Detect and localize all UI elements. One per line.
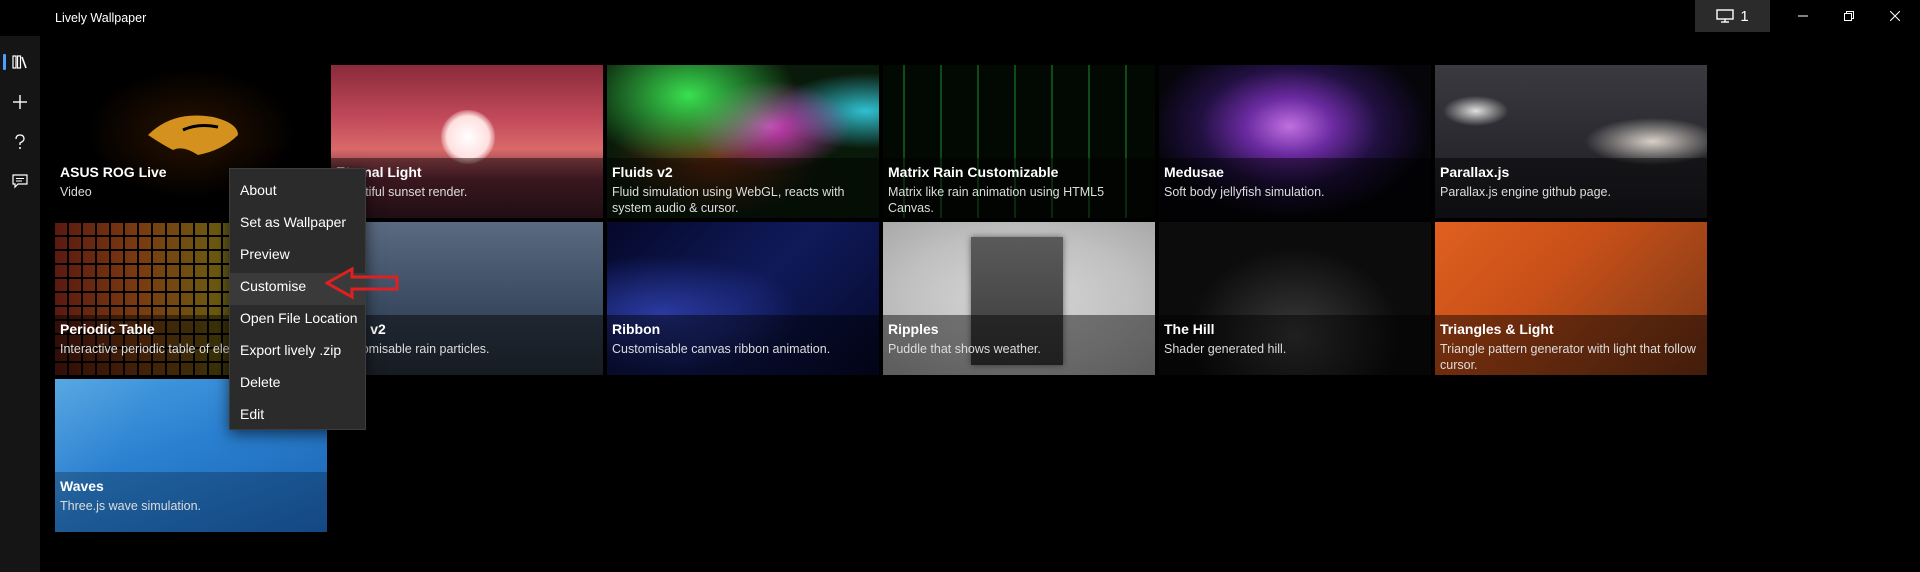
wallpaper-card-the-hill[interactable]: The Hill Shader generated hill. xyxy=(1159,222,1431,375)
minimize-icon xyxy=(1798,15,1808,17)
menu-item-set-as-wallpaper[interactable]: Set as Wallpaper xyxy=(230,209,365,241)
card-caption: Eternal Light Beautiful sunset render. xyxy=(331,158,603,218)
card-description: Triangle pattern generator with light th… xyxy=(1440,342,1696,372)
card-caption: Parallax.js Parallax.js engine github pa… xyxy=(1435,158,1707,218)
title-bar: Lively Wallpaper 1 xyxy=(0,0,1920,36)
minimize-button[interactable] xyxy=(1780,0,1826,32)
card-description: Customisable rain particles. xyxy=(336,342,490,356)
wallpaper-card-triangles-light[interactable]: Triangles & Light Triangle pattern gener… xyxy=(1435,222,1707,375)
card-title: Fluids v2 xyxy=(612,164,673,180)
card-description: Three.js wave simulation. xyxy=(60,499,202,513)
card-title: Medusae xyxy=(1164,164,1224,180)
monitor-count: 1 xyxy=(1740,7,1749,25)
card-title: The Hill xyxy=(1164,321,1215,337)
card-caption: Waves Three.js wave simulation. xyxy=(55,472,327,532)
card-description: Soft body jellyfish simulation. xyxy=(1164,185,1325,199)
feedback-icon xyxy=(12,173,28,188)
annotation-arrow-icon xyxy=(325,266,399,300)
card-description: Customisable canvas ribbon animation. xyxy=(612,342,831,356)
card-caption: The Hill Shader generated hill. xyxy=(1159,315,1431,375)
rog-logo-icon xyxy=(148,115,238,155)
wallpaper-card-ribbon[interactable]: Ribbon Customisable canvas ribbon animat… xyxy=(607,222,879,375)
card-caption: Triangles & Light Triangle pattern gener… xyxy=(1435,315,1707,375)
card-caption: Medusae Soft body jellyfish simulation. xyxy=(1159,158,1431,218)
wallpaper-card-eternal-light[interactable]: Eternal Light Beautiful sunset render. xyxy=(331,65,603,218)
menu-item-delete[interactable]: Delete xyxy=(230,369,365,401)
close-icon xyxy=(1890,11,1900,21)
card-description: Puddle that shows weather. xyxy=(888,342,1041,356)
card-caption: Fluids v2 Fluid simulation using WebGL, … xyxy=(607,158,879,218)
menu-item-edit[interactable]: Edit xyxy=(230,401,365,433)
card-title: Ribbon xyxy=(612,321,661,337)
card-description: Matrix like rain animation using HTML5 C… xyxy=(888,185,1105,215)
restore-button[interactable] xyxy=(1826,0,1872,32)
nav-item-help[interactable] xyxy=(0,124,40,160)
wallpaper-card-ripples[interactable]: Ripples Puddle that shows weather. xyxy=(883,222,1155,375)
nav-selected-indicator xyxy=(3,54,6,70)
help-icon xyxy=(15,134,25,149)
restore-icon xyxy=(1844,11,1854,21)
sun-shape xyxy=(441,110,495,164)
library-icon xyxy=(12,55,27,69)
card-caption: Ripples Puddle that shows weather. xyxy=(883,315,1155,375)
close-button[interactable] xyxy=(1872,0,1918,32)
card-caption: Rain v2 Customisable rain particles. xyxy=(331,315,603,375)
monitor-select-button[interactable]: 1 xyxy=(1695,0,1770,32)
nav-item-add[interactable] xyxy=(0,84,40,120)
card-caption: Matrix Rain Customizable Matrix like rai… xyxy=(883,158,1155,218)
card-title: Matrix Rain Customizable xyxy=(888,164,1059,180)
menu-item-open-file-location[interactable]: Open File Location xyxy=(230,305,365,337)
nav-item-feedback[interactable] xyxy=(0,163,40,199)
card-title: Waves xyxy=(60,478,104,494)
wallpaper-card-parallax[interactable]: Parallax.js Parallax.js engine github pa… xyxy=(1435,65,1707,218)
card-title: Rain v2 xyxy=(336,321,386,337)
card-title: Parallax.js xyxy=(1440,164,1510,180)
card-description: Parallax.js engine github page. xyxy=(1440,185,1611,199)
wallpaper-card-matrix-rain[interactable]: Matrix Rain Customizable Matrix like rai… xyxy=(883,65,1155,218)
monitor-icon xyxy=(1716,9,1735,23)
add-icon xyxy=(13,95,27,109)
nav-item-library[interactable] xyxy=(0,44,40,80)
menu-item-export-zip[interactable]: Export lively .zip xyxy=(230,337,365,369)
card-title: Ripples xyxy=(888,321,939,337)
wallpaper-card-medusae[interactable]: Medusae Soft body jellyfish simulation. xyxy=(1159,65,1431,218)
card-title: Eternal Light xyxy=(336,164,422,180)
card-description: Fluid simulation using WebGL, reacts wit… xyxy=(612,185,845,215)
card-title: Triangles & Light xyxy=(1440,321,1554,337)
app-title: Lively Wallpaper xyxy=(55,11,147,25)
card-description: Beautiful sunset render. xyxy=(336,185,468,199)
card-caption: Ribbon Customisable canvas ribbon animat… xyxy=(607,315,879,375)
nav-rail xyxy=(0,36,40,572)
wallpaper-card-fluids-v2[interactable]: Fluids v2 Fluid simulation using WebGL, … xyxy=(607,65,879,218)
card-description: Shader generated hill. xyxy=(1164,342,1287,356)
menu-item-about[interactable]: About xyxy=(230,177,365,209)
